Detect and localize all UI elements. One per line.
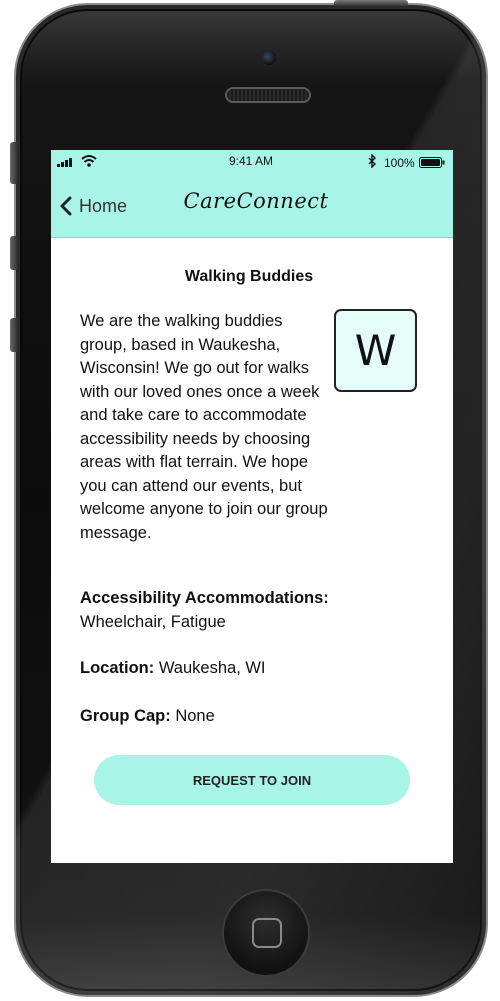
screen: 9:41 AM 100% Home CareConnect Walking Bu… [51, 150, 453, 863]
group-cap-label: Group Cap: [80, 707, 171, 725]
app-title: CareConnect [183, 189, 329, 213]
home-button[interactable] [222, 889, 310, 977]
group-detail: Walking Buddies We are the walking buddi… [51, 238, 453, 863]
power-button [334, 0, 408, 6]
battery-percent: 100% [384, 156, 415, 170]
status-time: 9:41 AM [228, 154, 274, 168]
accessibility-info: Accessibility Accommodations: Wheelchair… [80, 587, 410, 634]
volume-down-button [10, 318, 18, 352]
group-cap-info: Group Cap: None [80, 705, 410, 729]
earpiece-speaker [225, 87, 311, 103]
avatar-letter: W [354, 326, 397, 375]
location-value: Waukesha, WI [158, 659, 266, 677]
wifi-icon [81, 155, 97, 167]
battery-icon [419, 157, 445, 168]
volume-up-button [10, 236, 18, 270]
back-label: Home [79, 195, 128, 216]
home-square-icon [252, 918, 282, 948]
location-info: Location: Waukesha, WI [80, 657, 410, 681]
chevron-left-icon [60, 196, 72, 216]
accessibility-label: Accessibility Accommodations: [80, 589, 329, 607]
status-bar: 9:41 AM 100% [51, 150, 453, 174]
group-cap-value: None [175, 707, 215, 725]
group-title: Walking Buddies [184, 268, 314, 285]
group-avatar: W [334, 309, 417, 392]
request-to-join-button[interactable]: REQUEST TO JOIN [94, 755, 410, 805]
accessibility-value: Wheelchair, Fatigue [80, 612, 226, 631]
nav-bar: Home CareConnect [51, 174, 453, 238]
signal-icon [57, 157, 79, 167]
back-button[interactable]: Home [59, 194, 127, 218]
location-label: Location: [80, 659, 155, 677]
group-description: We are the walking buddies group, based … [80, 312, 328, 542]
front-camera [261, 50, 277, 66]
mute-switch [10, 142, 18, 184]
bluetooth-icon [368, 154, 376, 168]
